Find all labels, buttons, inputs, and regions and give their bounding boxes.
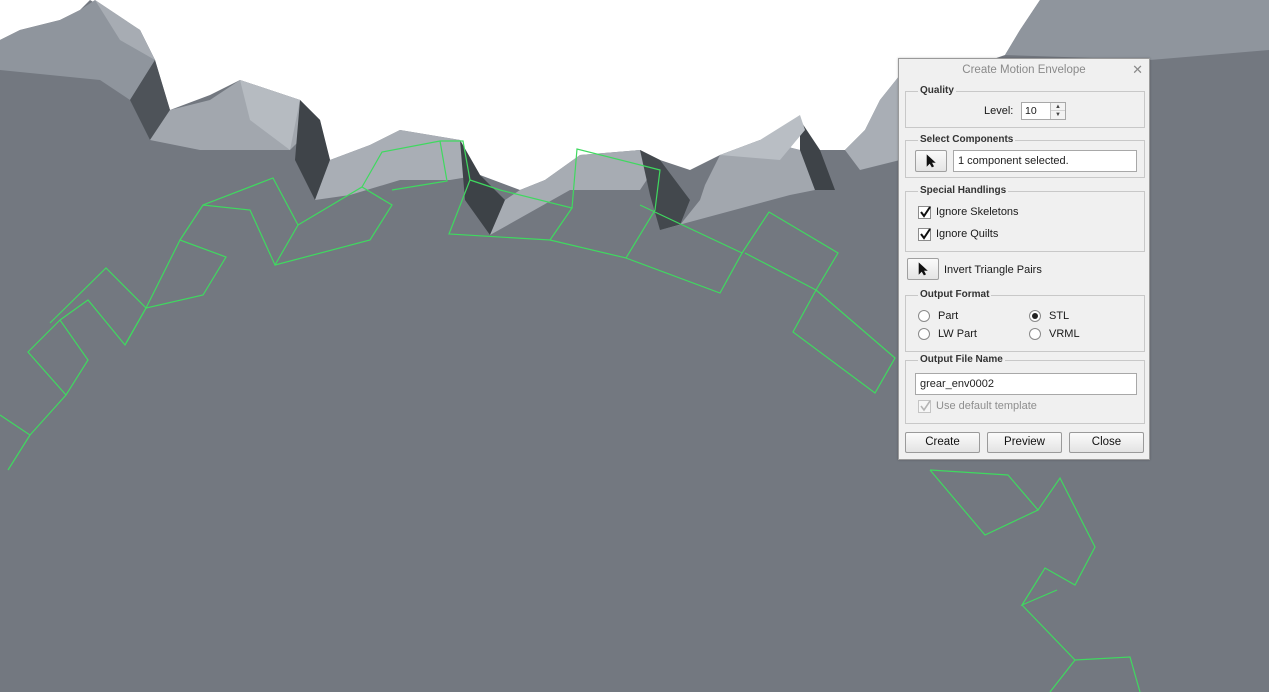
output-file-name-group-label: Output File Name [918, 354, 1005, 366]
format-option-vrml[interactable]: VRML [1029, 327, 1080, 341]
select-components-group-label: Select Components [918, 134, 1016, 146]
ignore-skeletons-row[interactable]: Ignore Skeletons [918, 204, 1019, 220]
quality-group: Quality Level: 10 ▲ ▼ [905, 85, 1145, 128]
arrow-cursor-icon [918, 262, 928, 276]
dialog-title: Create Motion Envelope [962, 64, 1086, 76]
use-default-template-checkbox [918, 399, 931, 413]
chevron-up-icon[interactable]: ▲ [1051, 103, 1065, 111]
format-label-lw-part: LW Part [938, 328, 977, 340]
checkmark-icon [920, 400, 931, 411]
create-motion-envelope-dialog: Create Motion Envelope ✕ Quality Level: … [898, 58, 1150, 460]
use-default-template-row: Use default template [918, 398, 1037, 414]
format-radio-stl[interactable] [1029, 310, 1041, 322]
ignore-quilts-row[interactable]: Ignore Quilts [918, 226, 998, 242]
special-handlings-group: Special Handlings Ignore Skeletons Ignor… [905, 185, 1145, 252]
select-components-button[interactable] [915, 150, 947, 172]
invert-triangle-pairs-button[interactable] [907, 258, 939, 280]
level-value[interactable]: 10 [1025, 105, 1037, 117]
close-button[interactable]: Close [1069, 432, 1144, 453]
output-file-name-input[interactable]: grear_env0002 [915, 373, 1137, 395]
format-label-vrml: VRML [1049, 328, 1080, 340]
ignore-skeletons-label: Ignore Skeletons [936, 206, 1019, 218]
ignore-skeletons-checkbox[interactable] [918, 205, 931, 219]
special-handlings-group-label: Special Handlings [918, 185, 1009, 197]
output-file-name-group: Output File Name grear_env0002 Use defau… [905, 354, 1145, 424]
output-format-group: Output Format Part STL LW Part VRML [905, 289, 1145, 352]
checkmark-icon [920, 205, 931, 218]
level-spinner[interactable]: 10 ▲ ▼ [1021, 102, 1066, 120]
chevron-down-icon[interactable]: ▼ [1051, 111, 1065, 119]
spinner-buttons: ▲ ▼ [1050, 103, 1065, 119]
output-format-group-label: Output Format [918, 289, 992, 301]
format-radio-vrml[interactable] [1029, 328, 1041, 340]
checkmark-icon [920, 227, 931, 240]
format-radio-lw-part[interactable] [918, 328, 930, 340]
quality-group-label: Quality [918, 85, 956, 97]
format-radio-part[interactable] [918, 310, 930, 322]
format-label-stl: STL [1049, 310, 1070, 322]
format-option-lw-part[interactable]: LW Part [918, 327, 977, 341]
format-label-part: Part [938, 310, 959, 322]
create-button[interactable]: Create [905, 432, 980, 453]
ignore-quilts-label: Ignore Quilts [936, 228, 999, 240]
preview-button[interactable]: Preview [987, 432, 1062, 453]
ignore-quilts-checkbox[interactable] [918, 227, 931, 241]
arrow-cursor-icon [926, 154, 936, 168]
format-option-stl[interactable]: STL [1029, 309, 1069, 323]
component-selection-status: 1 component selected. [953, 150, 1137, 172]
close-icon[interactable]: ✕ [1132, 59, 1143, 81]
format-option-part[interactable]: Part [918, 309, 958, 323]
use-default-template-label: Use default template [936, 400, 1037, 412]
select-components-group: Select Components 1 component selected. [905, 134, 1145, 178]
invert-triangle-pairs-label: Invert Triangle Pairs [944, 264, 1042, 276]
level-label: Level: [984, 105, 1014, 117]
